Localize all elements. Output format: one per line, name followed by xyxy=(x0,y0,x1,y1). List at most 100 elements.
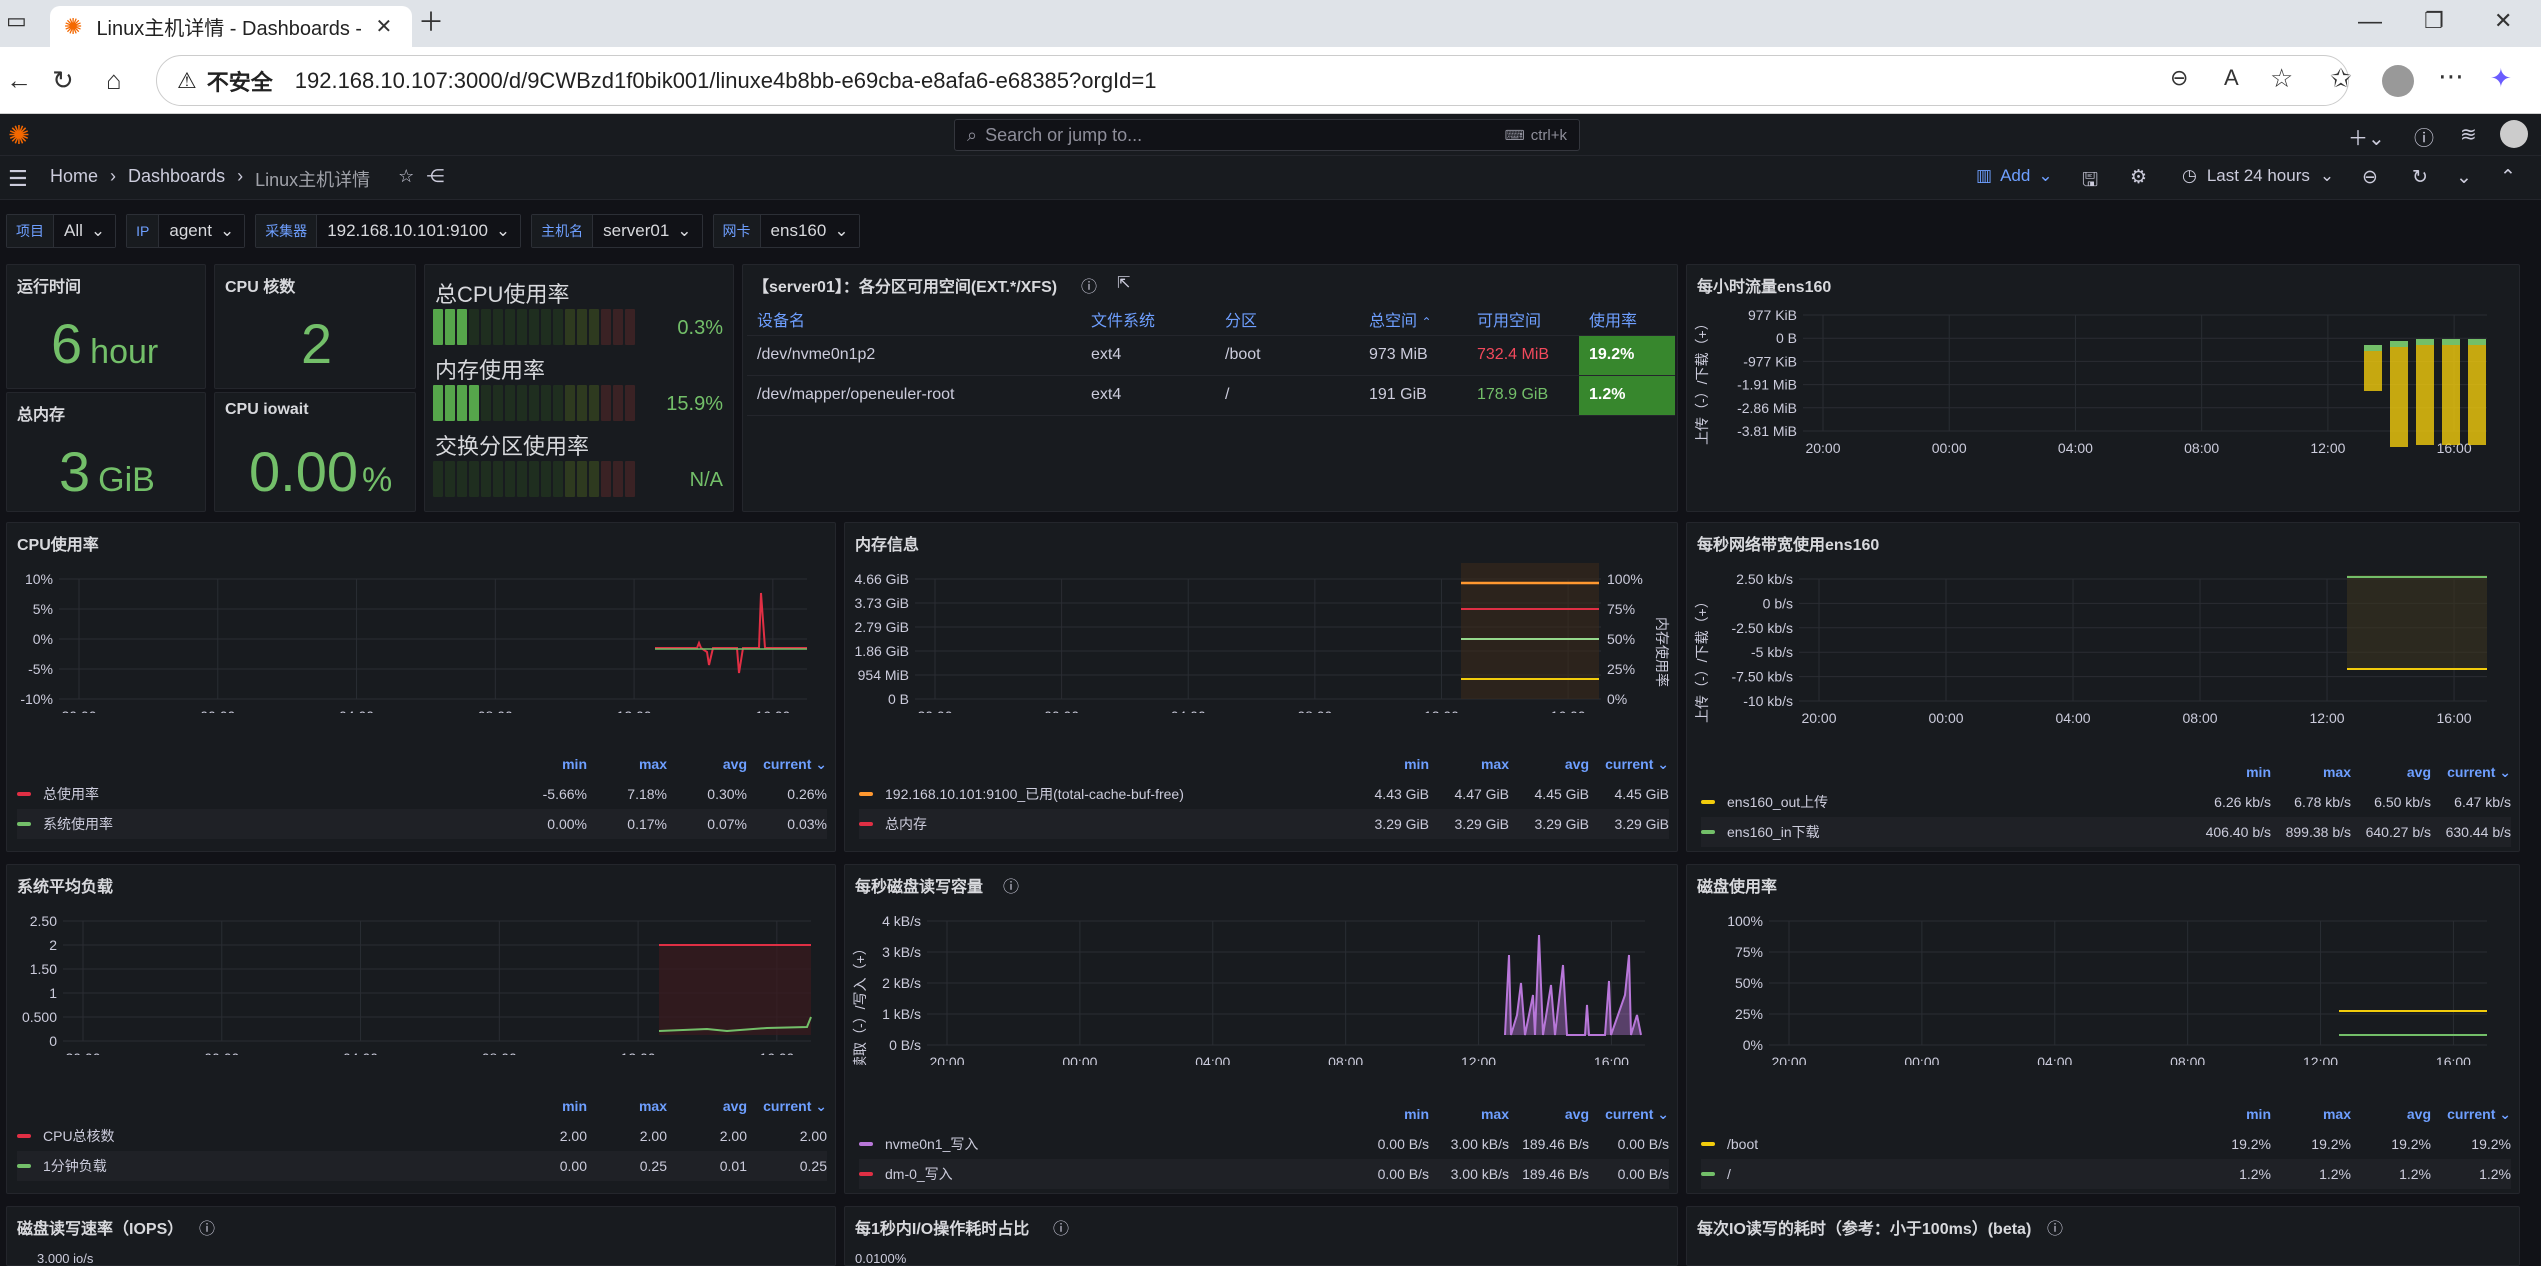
memory-y2label: 内存使用率 xyxy=(1654,617,1670,687)
search-input[interactable]: ⌕ Search or jump to... ⌨ ctrl+k xyxy=(954,119,1580,151)
favorites-icon[interactable]: ✩ xyxy=(2330,65,2352,91)
legend-col-avg[interactable]: avg xyxy=(667,756,747,772)
legend-value-avg: 0.30% xyxy=(707,786,747,802)
profile-avatar[interactable] xyxy=(2382,65,2414,97)
legend-col-max[interactable]: max xyxy=(2271,764,2351,780)
reload-icon[interactable]: ↻ xyxy=(52,67,74,93)
user-avatar[interactable] xyxy=(2500,120,2528,148)
col-mount[interactable]: 分区 xyxy=(1215,303,1359,336)
grafana-topbar: ✺ ⌕ Search or jump to... ⌨ ctrl+k ＋⌄ ⓘ ≋ xyxy=(0,114,2541,156)
menu-icon[interactable]: ☰ xyxy=(8,166,28,192)
var-nic[interactable]: 网卡 ens160 ⌄ xyxy=(712,214,860,248)
news-rss-icon[interactable]: ≋ xyxy=(2460,122,2477,147)
collapse-icon[interactable]: ⌃ xyxy=(2500,166,2516,189)
star-icon[interactable]: ☆ xyxy=(398,166,414,192)
legend-col-min[interactable]: min xyxy=(507,756,587,772)
legend-col-avg[interactable]: avg xyxy=(2351,764,2431,780)
share-icon[interactable]: ⋲ xyxy=(426,166,444,192)
browser-tab-active[interactable]: ✺ Linux主机详情 - Dashboards - Gra ✕ xyxy=(50,6,412,47)
url-field[interactable]: ⚠ 不安全 192.168.10.107:3000/d/9CWBzd1f0bik… xyxy=(156,55,2349,106)
col-usage[interactable]: 使用率 xyxy=(1579,303,1675,336)
minimize-icon[interactable]: — xyxy=(2358,10,2382,34)
save-icon[interactable]: 🖫 xyxy=(2082,166,2098,198)
new-plus-icon[interactable]: ＋⌄ xyxy=(2348,122,2385,151)
legend-row[interactable]: ens160_in下载 406.40 b/s 899.38 b/s 640.27 b/… xyxy=(1701,817,2511,847)
legend-col-current[interactable]: current ⌄ xyxy=(2431,764,2511,781)
sidebar-toggle-icon[interactable]: ▭ xyxy=(6,10,27,32)
legend-col-max[interactable]: max xyxy=(1429,756,1509,772)
legend-col-min[interactable]: min xyxy=(2191,764,2271,780)
zoom-out-icon[interactable]: ⊖ xyxy=(2362,166,2378,189)
gauge-cell xyxy=(481,309,491,345)
col-fs[interactable]: 文件系统 xyxy=(1081,303,1215,336)
net-legend: min max avg current ⌄ ens160_out上传 6.26 kb/s 6… xyxy=(1701,757,2511,847)
legend-row[interactable]: 总使用率 -5.66% 7.18% 0.30% 0.26% xyxy=(17,779,827,809)
zoom-icon[interactable]: ⊖ xyxy=(2170,67,2188,89)
home-icon[interactable]: ⌂ xyxy=(106,67,122,93)
legend-row[interactable]: CPU总核数 2.00 2.00 2.00 2.00 xyxy=(17,1121,827,1151)
add-button[interactable]: ▥ Add ⌄ xyxy=(1976,166,2053,186)
refresh-icon[interactable]: ↻ xyxy=(2412,166,2428,189)
var-collector[interactable]: 采集器 192.168.10.101:9100 ⌄ xyxy=(255,214,522,248)
info-icon[interactable]: ⓘ xyxy=(2047,1215,2063,1239)
legend-col-min[interactable]: min xyxy=(1349,1106,1429,1122)
legend-col-max[interactable]: max xyxy=(587,756,667,772)
legend-col-avg[interactable]: avg xyxy=(2351,1106,2431,1122)
info-icon[interactable]: ⓘ xyxy=(1053,1215,1069,1239)
legend-row[interactable]: 1分钟负载 0.00 0.25 0.01 0.25 xyxy=(17,1151,827,1181)
legend-row[interactable]: /boot 19.2% 19.2% 19.2% 19.2% xyxy=(1701,1129,2511,1159)
legend-row[interactable]: nvme0n1_写入 0.00 B/s 3.00 kB/s 189.46 B/s 0.0… xyxy=(859,1129,1669,1159)
new-tab-icon[interactable]: ＋ xyxy=(418,9,444,35)
legend-col-current[interactable]: current ⌄ xyxy=(747,756,827,773)
var-project[interactable]: 项目 All ⌄ xyxy=(6,214,117,248)
refresh-interval-chevron-icon[interactable]: ⌄ xyxy=(2456,166,2472,189)
legend-swatch xyxy=(17,1164,31,1168)
legend-col-max[interactable]: max xyxy=(1429,1106,1509,1122)
legend-row[interactable]: / 1.2% 1.2% 1.2% 1.2% xyxy=(1701,1159,2511,1189)
legend-col-avg[interactable]: avg xyxy=(1509,756,1589,772)
grafana-logo-icon[interactable]: ✺ xyxy=(8,120,30,151)
info-icon[interactable]: ⓘ xyxy=(1081,273,1097,297)
breadcrumb-home[interactable]: Home xyxy=(50,166,98,192)
gauge-cell xyxy=(433,385,443,421)
legend-col-min[interactable]: min xyxy=(1349,756,1429,772)
tab-close-icon[interactable]: ✕ xyxy=(375,14,392,39)
legend-col-current[interactable]: current ⌄ xyxy=(2431,1106,2511,1123)
breadcrumb-dashboards[interactable]: Dashboards xyxy=(128,166,225,192)
legend-col-current[interactable]: current ⌄ xyxy=(1589,756,1669,773)
var-ip[interactable]: IP agent ⌄ xyxy=(126,214,246,248)
copilot-icon[interactable]: ✦ xyxy=(2490,65,2512,91)
memory-chart: 4.66 GiB 3.73 GiB 2.79 GiB 1.86 GiB 954 MiB 0… xyxy=(855,563,1670,713)
time-picker[interactable]: ◷ Last 24 hours ⌄ xyxy=(2182,166,2334,186)
favorite-star-icon[interactable]: ☆ xyxy=(2270,65,2293,91)
col-avail[interactable]: 可用空间 xyxy=(1467,303,1579,336)
settings-gear-icon[interactable]: ⚙ xyxy=(2130,166,2147,189)
info-icon[interactable]: ⓘ xyxy=(199,1215,215,1239)
maximize-icon[interactable]: ❐ xyxy=(2424,10,2444,32)
col-total[interactable]: 总空间 ⌃ xyxy=(1359,303,1467,336)
external-link-icon[interactable]: ⇱ xyxy=(1117,273,1130,293)
info-icon[interactable]: ⓘ xyxy=(1003,873,1019,897)
col-device[interactable]: 设备名 xyxy=(747,303,1081,336)
legend-row[interactable]: dm-0_写入 0.00 B/s 3.00 kB/s 189.46 B/s 0.00 B… xyxy=(859,1159,1669,1189)
var-hostname[interactable]: 主机名 server01 ⌄ xyxy=(531,214,703,248)
legend-col-avg[interactable]: avg xyxy=(1509,1106,1589,1122)
legend-row[interactable]: 192.168.10.101:9100_已用(total-cache-buf-f… xyxy=(859,779,1669,809)
legend-col-min[interactable]: min xyxy=(507,1098,587,1114)
window-close-icon[interactable]: ✕ xyxy=(2494,10,2512,32)
read-aloud-icon[interactable]: A xyxy=(2224,67,2239,89)
back-icon[interactable]: ← xyxy=(6,67,32,93)
legend-row[interactable]: ens160_out上传 6.26 kb/s 6.78 kb/s 6.50 kb/s 6… xyxy=(1701,787,2511,817)
help-icon[interactable]: ⓘ xyxy=(2414,122,2434,151)
legend-col-max[interactable]: max xyxy=(587,1098,667,1114)
legend-col-current[interactable]: current ⌄ xyxy=(747,1098,827,1115)
legend-row[interactable]: 系统使用率 0.00% 0.17% 0.07% 0.03% xyxy=(17,809,827,839)
legend-col-current[interactable]: current ⌄ xyxy=(1589,1106,1669,1123)
legend-col-max[interactable]: max xyxy=(2271,1106,2351,1122)
legend-col-avg[interactable]: avg xyxy=(667,1098,747,1114)
y-tick-label: -5% xyxy=(28,661,53,677)
legend-col-min[interactable]: min xyxy=(2191,1106,2271,1122)
more-icon[interactable]: ⋯ xyxy=(2438,63,2464,89)
legend-row[interactable]: 总内存 3.29 GiB 3.29 GiB 3.29 GiB 3.29 GiB xyxy=(859,809,1669,839)
legend-value-min: 0.00 B/s xyxy=(1377,1166,1429,1182)
